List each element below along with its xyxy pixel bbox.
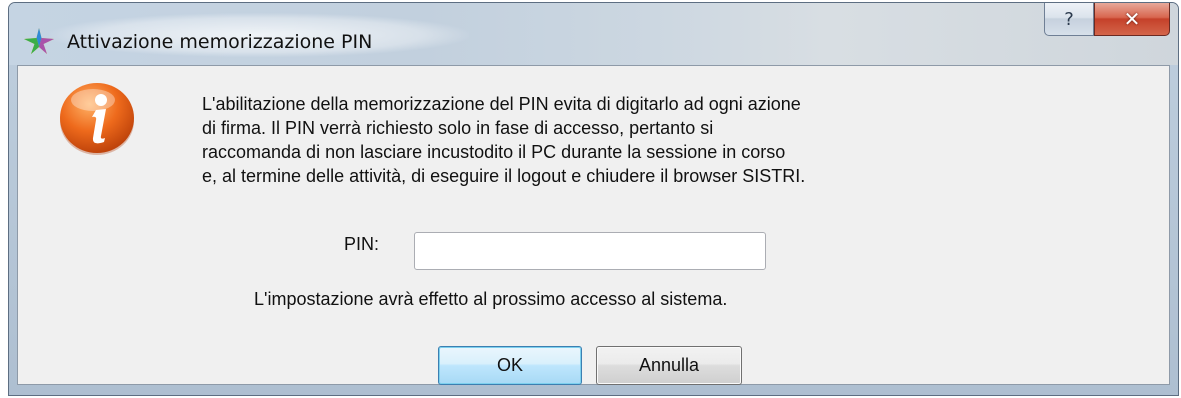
info-icon [60, 83, 134, 155]
ok-button[interactable]: OK [438, 346, 582, 385]
dialog-window: Attivazione memorizzazione PIN ? ✕ L'abi… [8, 2, 1179, 396]
message-line: di firma. Il PIN verrà richiesto solo in… [202, 118, 714, 138]
message-line: L'abilitazione della memorizzazione del … [202, 94, 801, 114]
window-title: Attivazione memorizzazione PIN [67, 31, 373, 53]
message-text: L'abilitazione della memorizzazione del … [202, 92, 805, 188]
pin-input[interactable] [414, 232, 766, 270]
hint-text: L'impostazione avrà effetto al prossimo … [254, 289, 728, 309]
cancel-button[interactable]: Annulla [596, 346, 742, 385]
app-star-icon [24, 28, 54, 54]
ok-button-label: OK [496, 355, 523, 375]
pin-label: PIN: [344, 234, 380, 254]
message-line: raccomanda di non lasciare incustodito i… [202, 142, 786, 162]
help-button[interactable]: ? [1044, 3, 1094, 36]
close-button[interactable]: ✕ [1094, 3, 1170, 36]
message-line: e, al termine delle attività, di eseguir… [202, 166, 806, 186]
title-bar[interactable]: Attivazione memorizzazione PIN ? ✕ [9, 3, 1178, 65]
cancel-button-label: Annulla [638, 355, 700, 375]
dialog-body: L'abilitazione della memorizzazione del … [17, 65, 1170, 385]
close-icon: ✕ [1123, 7, 1141, 31]
help-icon: ? [1064, 8, 1074, 30]
